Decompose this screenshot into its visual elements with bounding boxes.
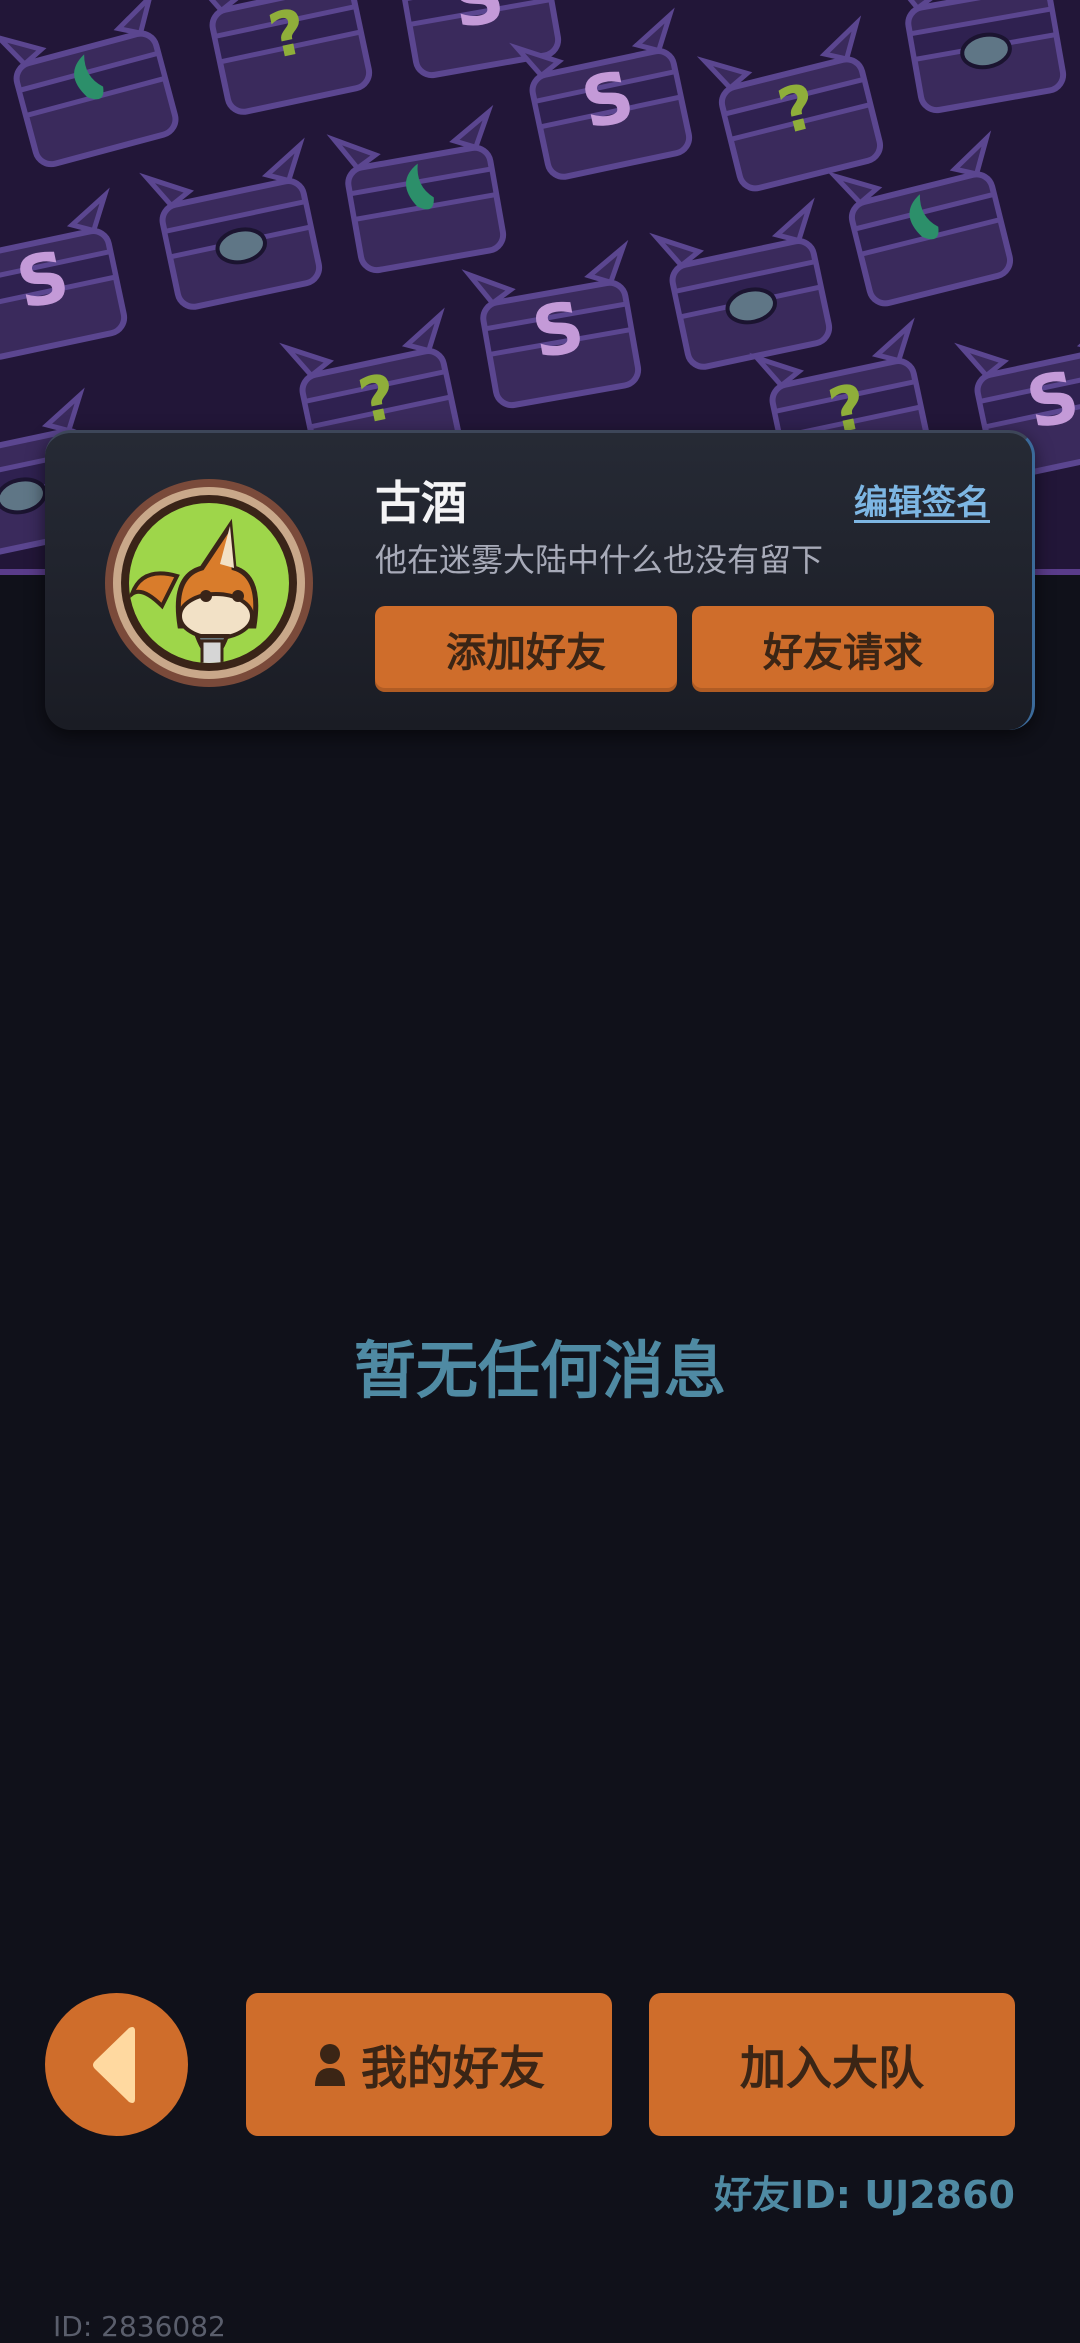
user-id-text: ID: 2836082: [53, 2310, 226, 2343]
my-friends-button[interactable]: 我的好友: [246, 1993, 612, 2136]
friend-id-text: 好友ID: UJ2860: [714, 2173, 1015, 2217]
empty-messages-text: 暂无任何消息: [353, 1334, 726, 1407]
username: 古酒: [375, 476, 467, 530]
friend-requests-button[interactable]: 好友请求: [692, 606, 994, 692]
triangle-left-icon: [92, 2026, 135, 2103]
avatar[interactable]: [102, 476, 316, 690]
back-button[interactable]: [45, 1993, 188, 2136]
my-friends-label: 我的好友: [361, 2040, 545, 2095]
edit-signature-link[interactable]: 编辑签名: [854, 475, 990, 524]
join-team-button[interactable]: 加入大队: [649, 1993, 1015, 2136]
signature-text: 他在迷雾大陆中什么也没有留下: [375, 541, 824, 579]
profile-card: 古酒 编辑签名 他在迷雾大陆中什么也没有留下 添加好友 好友请求: [45, 430, 1035, 730]
person-icon: [315, 2043, 345, 2086]
fox-avatar-icon: [105, 479, 313, 687]
add-friend-button[interactable]: 添加好友: [375, 606, 677, 692]
